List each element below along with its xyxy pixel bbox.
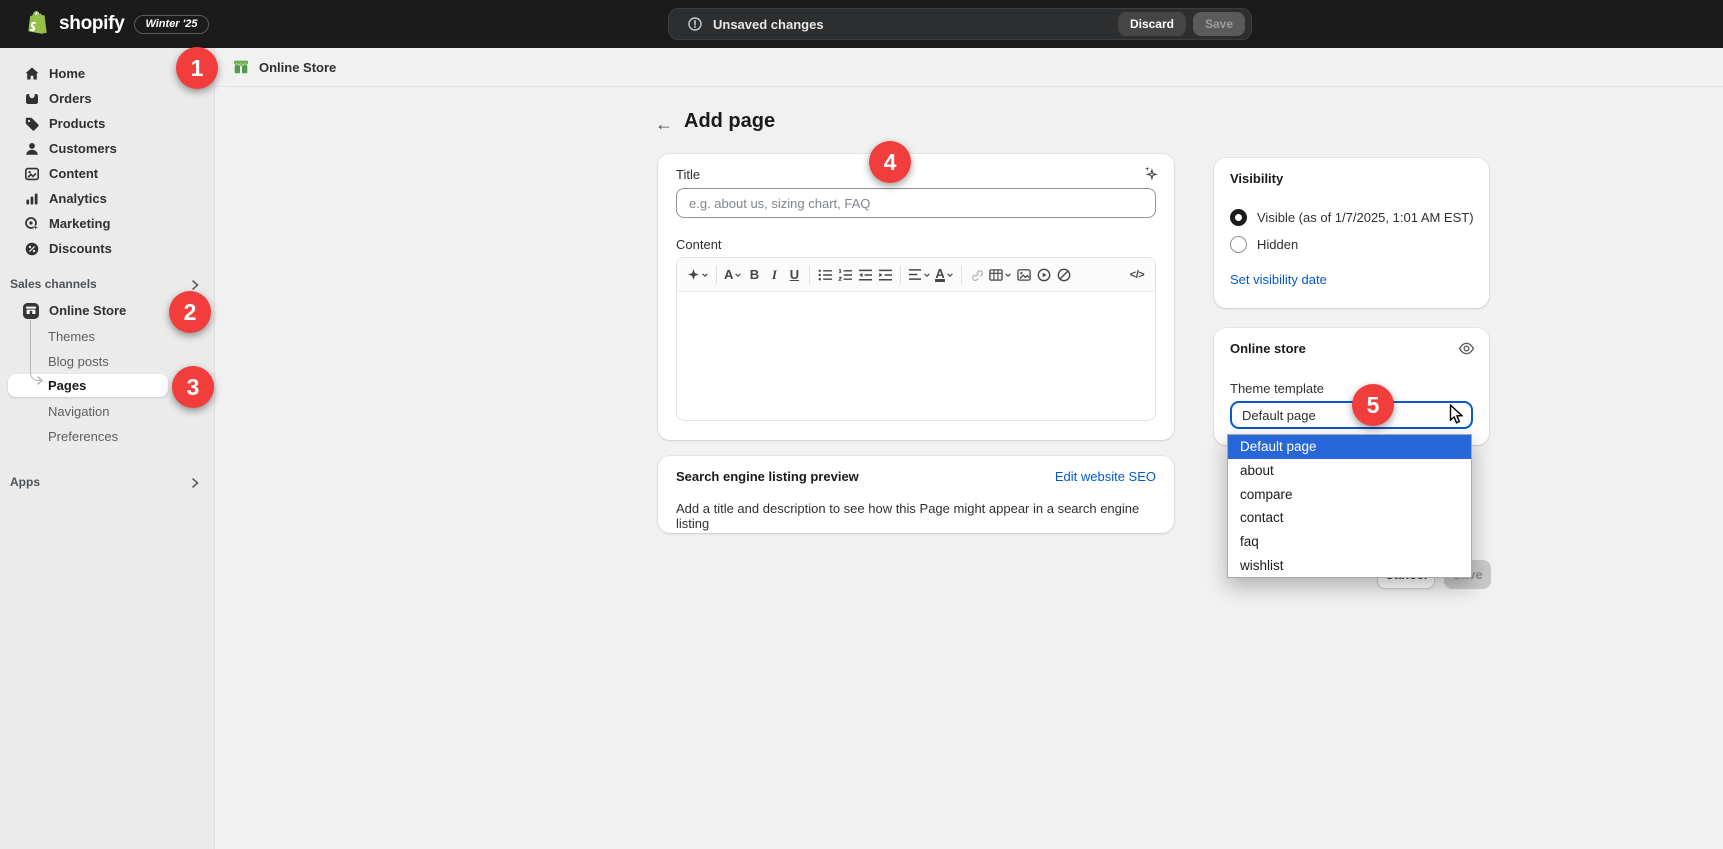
eye-icon[interactable] xyxy=(1458,340,1475,357)
seo-preview-card: Search engine listing preview Edit websi… xyxy=(658,456,1174,533)
analytics-icon xyxy=(24,191,40,207)
clear-formatting-icon[interactable] xyxy=(1054,263,1074,287)
annotation-circle-4: 4 xyxy=(869,141,911,183)
link-icon xyxy=(967,263,987,287)
indent-icon[interactable] xyxy=(875,263,895,287)
dropdown-option[interactable]: contact xyxy=(1228,506,1471,530)
annotation-circle-2: 2 xyxy=(169,291,211,333)
sidebar-item-preferences[interactable]: Preferences xyxy=(8,424,203,449)
seo-card-title: Search engine listing preview xyxy=(676,469,859,484)
toolbar-divider xyxy=(900,266,901,284)
unsaved-changes-bar: Unsaved changes Discard Save xyxy=(668,8,1252,40)
annotation-circle-1: 1 xyxy=(176,47,218,89)
alert-icon xyxy=(687,16,703,32)
sidebar-item-customers[interactable]: Customers xyxy=(8,136,203,161)
customers-icon xyxy=(24,141,40,157)
channel-title: Online Store xyxy=(259,60,336,75)
hidden-radio-option[interactable]: Hidden xyxy=(1230,234,1298,254)
sales-channels-heading: Sales channels xyxy=(10,277,97,291)
home-icon xyxy=(24,66,40,82)
brand-wordmark: shopify xyxy=(59,13,124,35)
back-button[interactable]: ← xyxy=(650,110,678,138)
orders-icon xyxy=(24,91,40,107)
products-icon xyxy=(24,116,40,132)
visibility-card-title: Visibility xyxy=(1230,171,1283,186)
unsaved-changes-label: Unsaved changes xyxy=(713,17,1118,32)
back-arrow-icon: ← xyxy=(655,114,673,135)
title-input[interactable] xyxy=(676,188,1156,218)
shopify-logo[interactable]: shopify xyxy=(0,10,124,38)
dropdown-option[interactable]: wishlist xyxy=(1228,553,1471,577)
online-store-card: Online store Theme template Default page xyxy=(1214,328,1489,445)
video-icon[interactable] xyxy=(1034,263,1054,287)
sidebar-item-marketing[interactable]: Marketing xyxy=(8,211,203,236)
table-icon[interactable] xyxy=(987,263,1014,287)
editor-toolbar: A B I U A xyxy=(677,258,1155,292)
code-icon[interactable]: </> xyxy=(1127,263,1147,287)
text-style-icon[interactable]: A xyxy=(722,263,744,287)
marketing-icon xyxy=(24,216,40,232)
editor-body[interactable] xyxy=(677,292,1155,420)
sidebar-item-discounts[interactable]: Discounts xyxy=(8,236,203,261)
shopify-bag-icon xyxy=(24,10,50,38)
apps-heading: Apps xyxy=(10,475,40,489)
dropdown-option[interactable]: about xyxy=(1228,459,1471,483)
title-content-card: Title Content A B I U xyxy=(658,154,1174,440)
storefront-green-icon xyxy=(232,58,250,76)
image-icon[interactable] xyxy=(1014,263,1034,287)
version-badge: Winter '25 xyxy=(134,15,208,34)
edit-website-seo-link[interactable]: Edit website SEO xyxy=(1055,469,1156,484)
visibility-card: Visibility Visible (as of 1/7/2025, 1:01… xyxy=(1214,158,1489,308)
theme-template-label: Theme template xyxy=(1230,381,1324,396)
chevron-right-icon[interactable] xyxy=(190,477,200,489)
radio-selected-icon xyxy=(1230,209,1247,226)
title-field-label: Title xyxy=(676,167,700,182)
mouse-cursor xyxy=(1449,404,1466,425)
toolbar-divider xyxy=(716,266,717,284)
outdent-icon[interactable] xyxy=(855,263,875,287)
dropdown-option[interactable]: faq xyxy=(1228,530,1471,554)
discounts-icon xyxy=(24,241,40,257)
sidebar-item-home[interactable]: Home xyxy=(8,61,203,86)
seo-description: Add a title and description to see how t… xyxy=(676,501,1174,531)
ai-sparkle-icon[interactable] xyxy=(685,263,711,287)
page-title: Add page xyxy=(684,110,775,133)
chevron-right-icon[interactable] xyxy=(190,279,200,291)
sidebar-item-analytics[interactable]: Analytics xyxy=(8,186,203,211)
save-button-top[interactable]: Save xyxy=(1193,12,1245,36)
discard-button[interactable]: Discard xyxy=(1118,12,1186,36)
storefront-icon xyxy=(22,302,40,320)
italic-icon[interactable]: I xyxy=(764,263,784,287)
annotation-circle-3: 3 xyxy=(172,366,214,408)
radio-unselected-icon xyxy=(1230,236,1247,253)
visible-radio-option[interactable]: Visible (as of 1/7/2025, 1:01 AM EST) xyxy=(1230,207,1474,227)
sidebar-item-content[interactable]: Content xyxy=(8,161,203,186)
magic-sparkle-icon[interactable] xyxy=(1143,165,1158,180)
dropdown-option[interactable]: compare xyxy=(1228,482,1471,506)
text-color-icon[interactable]: A xyxy=(933,263,955,287)
underline-icon[interactable]: U xyxy=(784,263,804,287)
toolbar-divider xyxy=(809,266,810,284)
content-icon xyxy=(24,166,40,182)
tree-arrow-icon xyxy=(36,376,44,385)
channel-header-strip: Online Store xyxy=(215,48,1723,87)
content-field-label: Content xyxy=(676,237,722,252)
set-visibility-date-link[interactable]: Set visibility date xyxy=(1230,272,1327,287)
numbered-list-icon[interactable] xyxy=(835,263,855,287)
rich-text-editor[interactable]: A B I U A xyxy=(676,257,1156,421)
theme-template-dropdown: Default page about compare contact faq w… xyxy=(1227,434,1472,578)
bold-icon[interactable]: B xyxy=(744,263,764,287)
sidebar: Home Orders Products Customers Content A… xyxy=(0,48,215,849)
sidebar-item-products[interactable]: Products xyxy=(8,111,203,136)
online-store-card-title: Online store xyxy=(1230,341,1306,356)
dropdown-option[interactable]: Default page xyxy=(1228,435,1471,459)
alignment-icon[interactable] xyxy=(906,263,933,287)
sidebar-item-orders[interactable]: Orders xyxy=(8,86,203,111)
bullet-list-icon[interactable] xyxy=(815,263,835,287)
sidebar-item-navigation[interactable]: Navigation xyxy=(8,399,203,424)
toolbar-divider xyxy=(961,266,962,284)
top-bar: shopify Winter '25 Unsaved changes Disca… xyxy=(0,0,1723,48)
tree-connector-line xyxy=(30,320,40,381)
annotation-circle-5: 5 xyxy=(1352,384,1394,426)
